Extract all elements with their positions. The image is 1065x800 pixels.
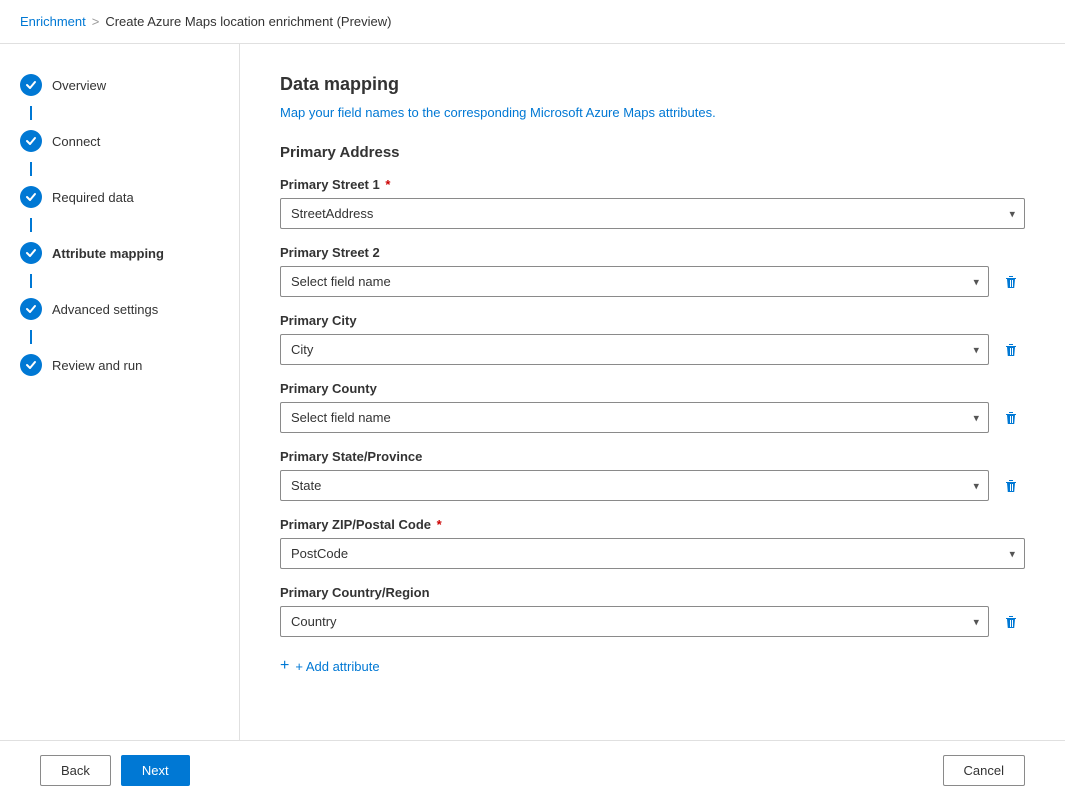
label-primary-state: Primary State/Province <box>280 449 1025 464</box>
field-row-street-1: StreetAddress ▾ <box>280 198 1025 229</box>
sidebar-item-connect[interactable]: Connect <box>0 120 239 162</box>
required-data-check-icon <box>20 186 42 208</box>
select-primary-county[interactable]: Select field name <box>280 402 989 433</box>
sidebar-item-review-and-run[interactable]: Review and run <box>0 344 239 386</box>
page-title: Create Azure Maps location enrichment (P… <box>105 14 391 29</box>
step-connector-4 <box>30 274 32 288</box>
select-wrapper-state: State ▾ <box>280 470 989 501</box>
sidebar-item-attribute-mapping[interactable]: Attribute mapping <box>0 232 239 274</box>
section-title: Data mapping <box>280 74 1025 95</box>
breadcrumb-separator: > <box>92 14 100 29</box>
required-indicator: * <box>385 177 390 192</box>
step-connector-2 <box>30 162 32 176</box>
content-area: Data mapping Map your field names to the… <box>240 44 1065 740</box>
sidebar-item-connect-label: Connect <box>52 134 100 149</box>
select-primary-street-2[interactable]: Select field name <box>280 266 989 297</box>
sidebar-item-required-data[interactable]: Required data <box>0 176 239 218</box>
field-row-country: Country ▾ <box>280 606 1025 637</box>
select-primary-country[interactable]: Country <box>280 606 989 637</box>
footer-right-actions: Cancel <box>943 755 1025 786</box>
select-primary-state[interactable]: State <box>280 470 989 501</box>
advanced-settings-check-icon <box>20 298 42 320</box>
delete-primary-state-button[interactable] <box>997 472 1025 500</box>
step-connector-5 <box>30 330 32 344</box>
delete-primary-country-button[interactable] <box>997 608 1025 636</box>
field-primary-city: Primary City City ▾ <box>280 313 1025 365</box>
select-wrapper-street-1: StreetAddress ▾ <box>280 198 1025 229</box>
field-primary-street-1: Primary Street 1 * StreetAddress ▾ <box>280 177 1025 229</box>
field-primary-state: Primary State/Province State ▾ <box>280 449 1025 501</box>
label-primary-country: Primary Country/Region <box>280 585 1025 600</box>
select-primary-city[interactable]: City <box>280 334 989 365</box>
overview-check-icon <box>20 74 42 96</box>
field-primary-county: Primary County Select field name ▾ <box>280 381 1025 433</box>
subsection-title: Primary Address <box>280 144 1025 161</box>
field-primary-street-2: Primary Street 2 Select field name ▾ <box>280 245 1025 297</box>
main-layout: Overview Connect Required data Attribute… <box>0 44 1065 740</box>
footer: Back Next Cancel <box>0 740 1065 800</box>
field-row-county: Select field name ▾ <box>280 402 1025 433</box>
field-primary-zip: Primary ZIP/Postal Code * PostCode ▾ <box>280 517 1025 569</box>
select-wrapper-county: Select field name ▾ <box>280 402 989 433</box>
back-button[interactable]: Back <box>40 755 111 786</box>
breadcrumb-link[interactable]: Enrichment <box>20 14 86 29</box>
cancel-button[interactable]: Cancel <box>943 755 1025 786</box>
delete-primary-county-button[interactable] <box>997 404 1025 432</box>
step-connector-1 <box>30 106 32 120</box>
field-row-city: City ▾ <box>280 334 1025 365</box>
sidebar: Overview Connect Required data Attribute… <box>0 44 240 740</box>
step-connector-3 <box>30 218 32 232</box>
next-button[interactable]: Next <box>121 755 190 786</box>
field-row-state: State ▾ <box>280 470 1025 501</box>
add-attribute-button[interactable]: + + Add attribute <box>280 653 1025 679</box>
sidebar-item-overview[interactable]: Overview <box>0 64 239 106</box>
label-primary-city: Primary City <box>280 313 1025 328</box>
select-wrapper-zip: PostCode ▾ <box>280 538 1025 569</box>
label-primary-county: Primary County <box>280 381 1025 396</box>
sidebar-item-attribute-mapping-label: Attribute mapping <box>52 246 164 261</box>
field-primary-country: Primary Country/Region Country ▾ <box>280 585 1025 637</box>
label-primary-street-1: Primary Street 1 * <box>280 177 1025 192</box>
sidebar-item-advanced-settings-label: Advanced settings <box>52 302 158 317</box>
header: Enrichment > Create Azure Maps location … <box>0 0 1065 44</box>
review-and-run-check-icon <box>20 354 42 376</box>
sidebar-item-overview-label: Overview <box>52 78 106 93</box>
label-primary-street-2: Primary Street 2 <box>280 245 1025 260</box>
plus-icon: + <box>280 657 289 675</box>
sidebar-item-required-data-label: Required data <box>52 190 134 205</box>
select-primary-street-1[interactable]: StreetAddress <box>280 198 1025 229</box>
select-wrapper-country: Country ▾ <box>280 606 989 637</box>
footer-left-actions: Back Next <box>40 755 190 786</box>
required-indicator-zip: * <box>437 517 442 532</box>
attribute-mapping-check-icon <box>20 242 42 264</box>
label-primary-zip: Primary ZIP/Postal Code * <box>280 517 1025 532</box>
delete-primary-street-2-button[interactable] <box>997 268 1025 296</box>
section-desc: Map your field names to the correspondin… <box>280 105 1025 120</box>
field-row-zip: PostCode ▾ <box>280 538 1025 569</box>
sidebar-item-advanced-settings[interactable]: Advanced settings <box>0 288 239 330</box>
connect-check-icon <box>20 130 42 152</box>
select-wrapper-street-2: Select field name ▾ <box>280 266 989 297</box>
sidebar-item-review-and-run-label: Review and run <box>52 358 142 373</box>
select-primary-zip[interactable]: PostCode <box>280 538 1025 569</box>
select-wrapper-city: City ▾ <box>280 334 989 365</box>
add-attribute-label: + Add attribute <box>295 659 379 674</box>
field-row-street-2: Select field name ▾ <box>280 266 1025 297</box>
delete-primary-city-button[interactable] <box>997 336 1025 364</box>
